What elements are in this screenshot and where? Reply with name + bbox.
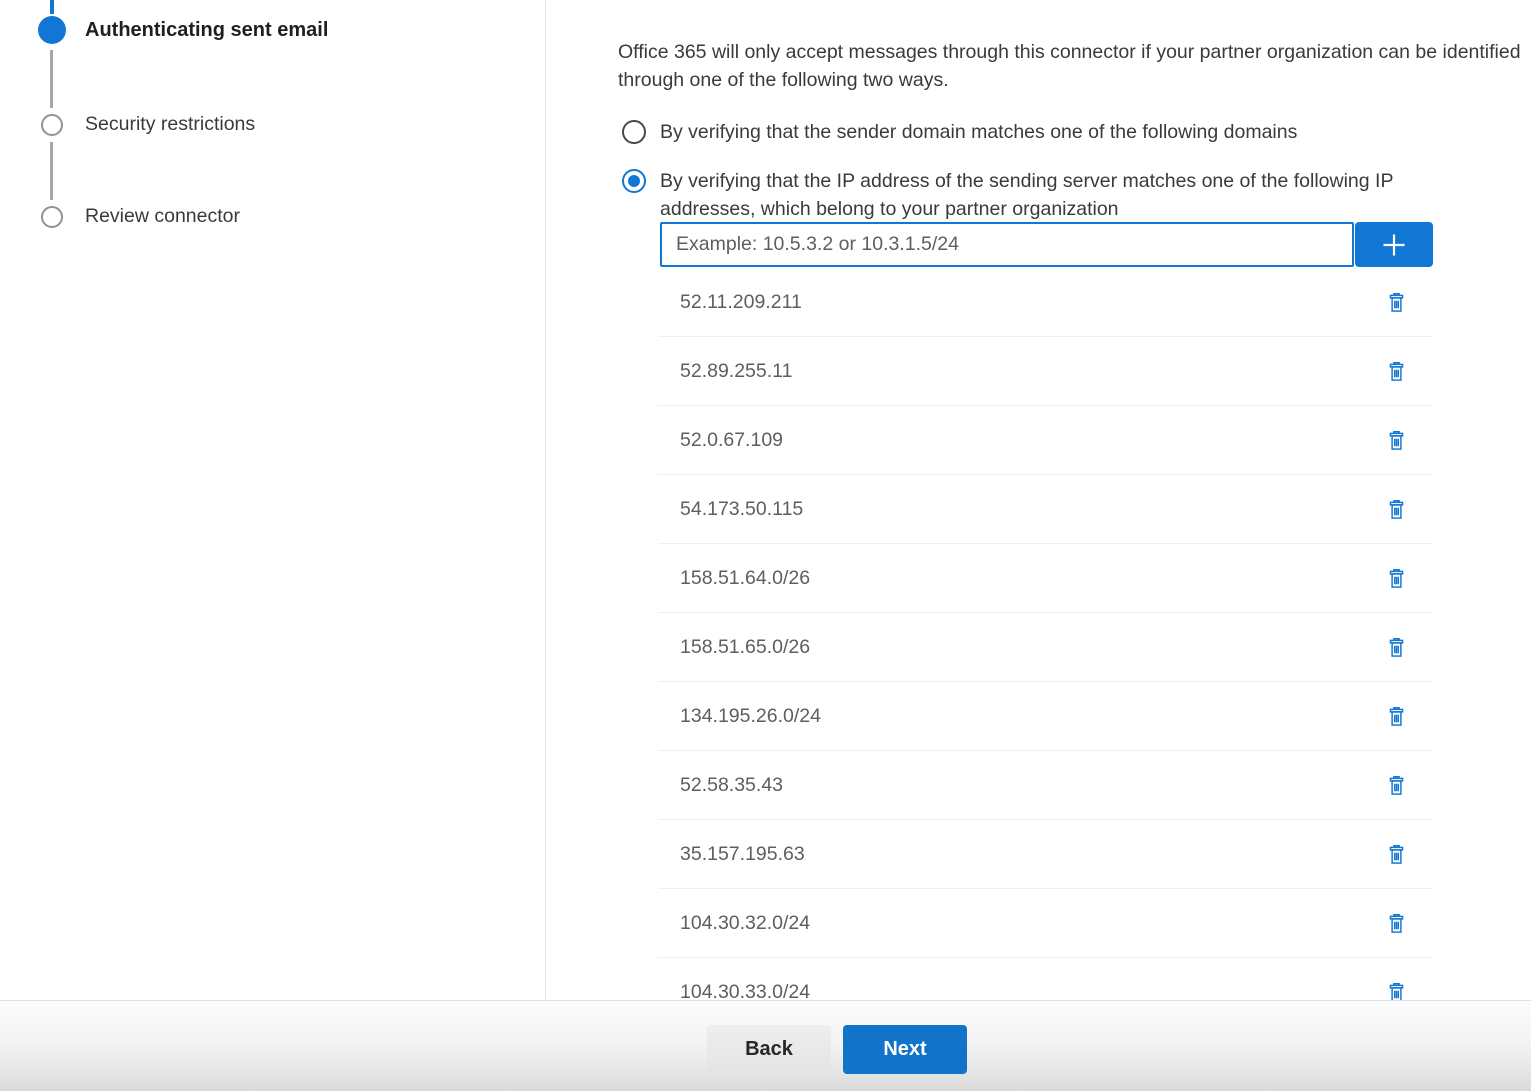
trash-icon [1385, 774, 1408, 797]
ip-row: 158.51.64.0/26 [658, 544, 1432, 613]
step-label: Authenticating sent email [85, 19, 328, 42]
delete-ip-button[interactable] [1379, 768, 1413, 802]
trash-icon [1385, 636, 1408, 659]
step-label: Review connector [85, 205, 240, 228]
ip-row: 35.157.195.63 [658, 820, 1432, 889]
wizard-step[interactable]: Review connector [0, 205, 545, 228]
delete-ip-button[interactable] [1379, 561, 1413, 595]
ip-row: 52.0.67.109 [658, 406, 1432, 475]
delete-ip-button[interactable] [1379, 699, 1413, 733]
delete-ip-button[interactable] [1379, 630, 1413, 664]
trash-icon [1385, 843, 1408, 866]
trash-icon [1385, 498, 1408, 521]
ip-row: 134.195.26.0/24 [658, 682, 1432, 751]
wizard-steps-panel: Authenticating sent email Security restri… [0, 0, 546, 1001]
radio-option[interactable]: By verifying that the IP address of the … [622, 167, 1480, 223]
radio-option[interactable]: By verifying that the sender domain matc… [622, 118, 1480, 146]
wizard-step[interactable]: Authenticating sent email [0, 16, 545, 44]
delete-ip-button[interactable] [1379, 285, 1413, 319]
ip-address: 134.195.26.0/24 [658, 705, 821, 728]
ip-row: 52.58.35.43 [658, 751, 1432, 820]
plus-icon [1378, 229, 1410, 261]
ip-address: 54.173.50.115 [658, 498, 803, 521]
ip-address: 158.51.64.0/26 [658, 567, 810, 590]
delete-ip-button[interactable] [1379, 354, 1413, 388]
delete-ip-button[interactable] [1379, 837, 1413, 871]
radio-option-label: By verifying that the IP address of the … [660, 167, 1480, 223]
open-circle-icon [41, 114, 63, 136]
ip-address: 52.11.209.211 [658, 291, 802, 314]
step-label: Security restrictions [85, 113, 255, 136]
next-button[interactable]: Next [843, 1025, 967, 1074]
trash-icon [1385, 705, 1408, 728]
trash-icon [1385, 567, 1408, 590]
radio-unselected-icon[interactable] [622, 120, 646, 144]
filled-circle-icon [38, 16, 66, 44]
stepper-connector-line [50, 142, 53, 200]
authenticating-sent-email-page: Office 365 will only accept messages thr… [546, 0, 1531, 1001]
ip-address: 52.0.67.109 [658, 429, 783, 452]
trash-icon [1385, 291, 1408, 314]
delete-ip-button[interactable] [1379, 975, 1413, 1001]
trash-icon [1385, 981, 1408, 1002]
stepper-connector-line [50, 50, 53, 108]
radio-selected-icon[interactable] [622, 169, 646, 193]
radio-option-label: By verifying that the sender domain matc… [660, 118, 1480, 146]
ip-row: 52.11.209.211 [658, 268, 1432, 337]
wizard-stepper: Authenticating sent email Security restri… [0, 0, 545, 228]
delete-ip-button[interactable] [1379, 492, 1413, 526]
ip-input-row [660, 222, 1433, 267]
ip-row: 104.30.32.0/24 [658, 889, 1432, 958]
ip-row: 54.173.50.115 [658, 475, 1432, 544]
wizard-footer: Back Next [0, 1000, 1531, 1091]
ip-address: 52.58.35.43 [658, 774, 783, 797]
ip-address: 35.157.195.63 [658, 843, 805, 866]
ip-row: 158.51.65.0/26 [658, 613, 1432, 682]
exchange-connector-wizard: Authenticating sent email Security restri… [0, 0, 1531, 1091]
stepper-connector-line [50, 0, 54, 14]
open-circle-icon [41, 206, 63, 228]
ip-row: 104.30.33.0/24 [658, 958, 1432, 1001]
ip-address: 104.30.32.0/24 [658, 912, 810, 935]
trash-icon [1385, 429, 1408, 452]
delete-ip-button[interactable] [1379, 423, 1413, 457]
ip-address: 158.51.65.0/26 [658, 636, 810, 659]
trash-icon [1385, 360, 1408, 383]
ip-address: 104.30.33.0/24 [658, 981, 810, 1002]
page-description: Office 365 will only accept messages thr… [618, 38, 1530, 94]
ip-address: 52.89.255.11 [658, 360, 792, 383]
ip-row: 52.89.255.11 [658, 337, 1432, 406]
add-ip-button[interactable] [1355, 222, 1433, 267]
back-button[interactable]: Back [707, 1025, 831, 1074]
delete-ip-button[interactable] [1379, 906, 1413, 940]
ip-address-input[interactable] [660, 222, 1354, 267]
trash-icon [1385, 912, 1408, 935]
ip-address-list: 52.11.209.211 52.89.255.11 52.0.67.109 54.1… [658, 268, 1432, 1001]
wizard-step[interactable]: Security restrictions [0, 113, 545, 136]
